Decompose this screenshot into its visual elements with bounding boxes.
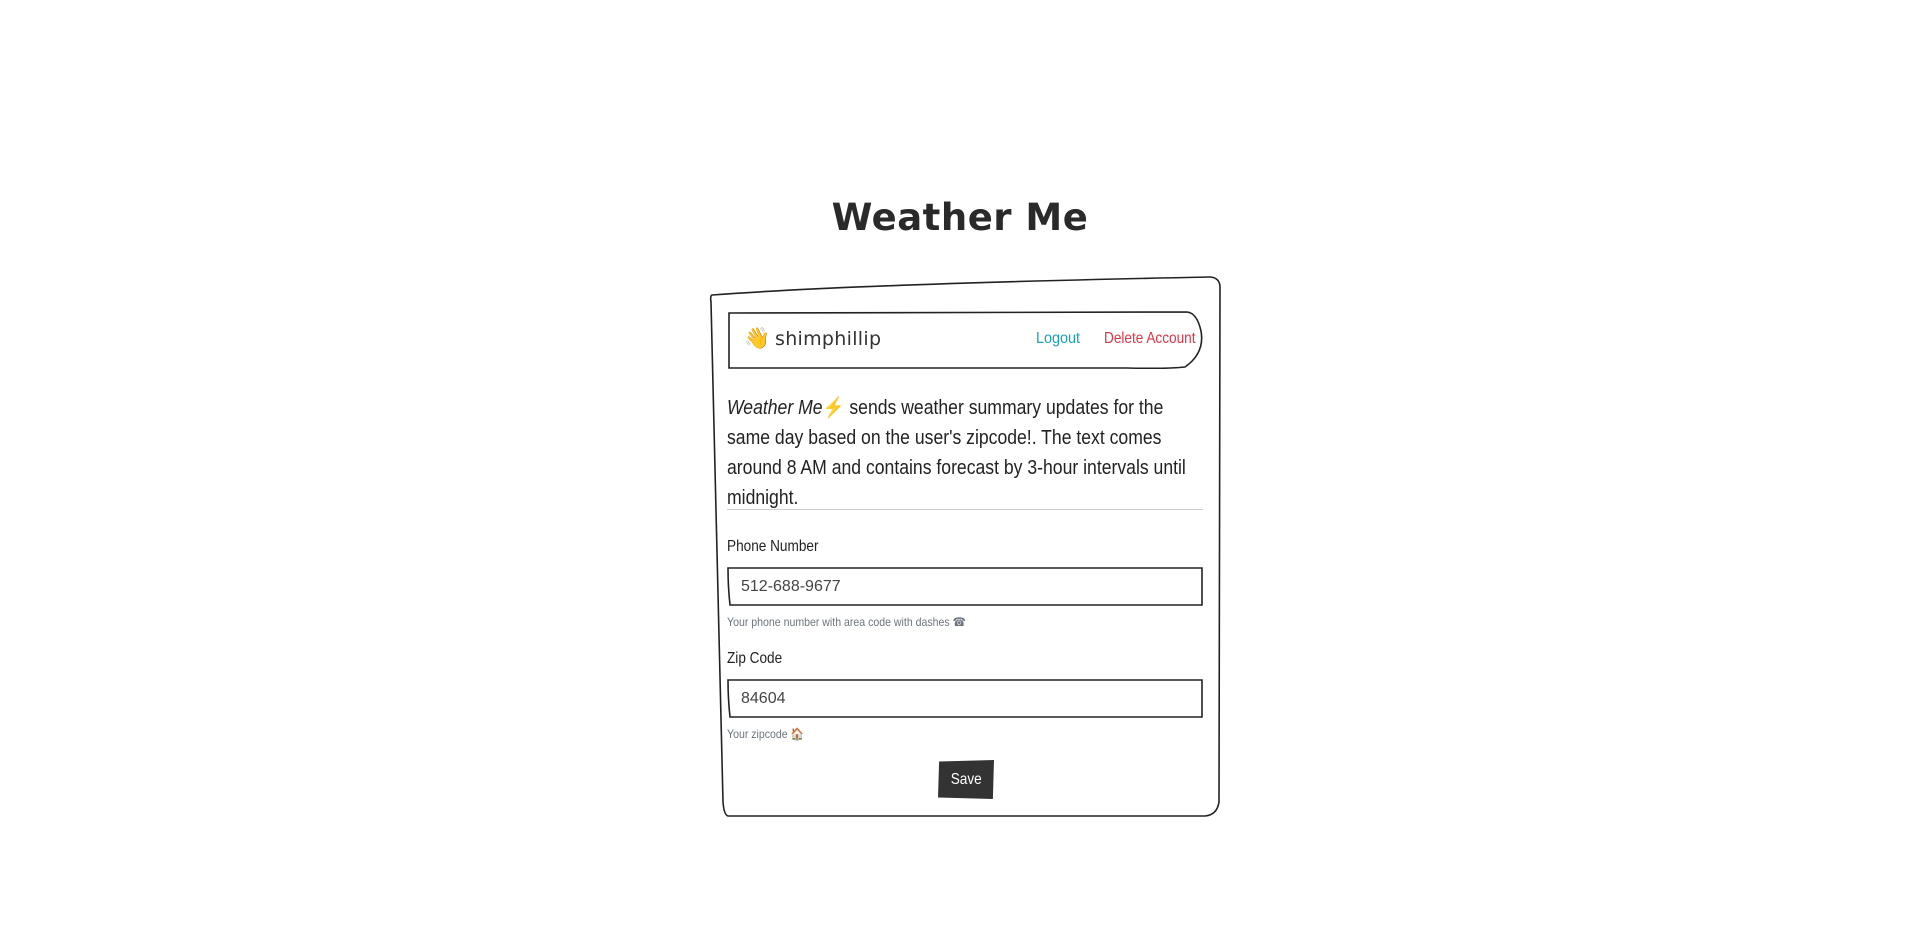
app-title: Weather Me [831, 196, 1089, 239]
delete-account-link[interactable]: Delete Account [1104, 329, 1195, 349]
save-button-label: Save [950, 770, 982, 788]
logout-link[interactable]: Logout [1036, 329, 1080, 349]
phone-number-label: Phone Number [727, 538, 819, 555]
divider [727, 509, 1203, 510]
wave-icon: 👋 [744, 326, 771, 350]
username: shimphillip [775, 328, 882, 350]
settings-card: 👋 shimphillip Logout Delete Account Weat… [709, 276, 1221, 817]
zip-help-text: Your zipcode 🏠 [727, 727, 804, 741]
phone-number-input[interactable] [727, 567, 1203, 606]
save-button[interactable]: Save [938, 760, 994, 799]
lightning-icon: ⚡ [822, 397, 845, 419]
user-bar: 👋 shimphillip Logout Delete Account [727, 311, 1203, 369]
app-description: Weather Me⚡ sends weather summary update… [727, 393, 1209, 513]
zip-code-input[interactable] [727, 679, 1203, 718]
zip-code-label: Zip Code [727, 650, 783, 667]
phone-help-text: Your phone number with area code with da… [727, 615, 966, 629]
brand-name: Weather Me [727, 397, 823, 419]
